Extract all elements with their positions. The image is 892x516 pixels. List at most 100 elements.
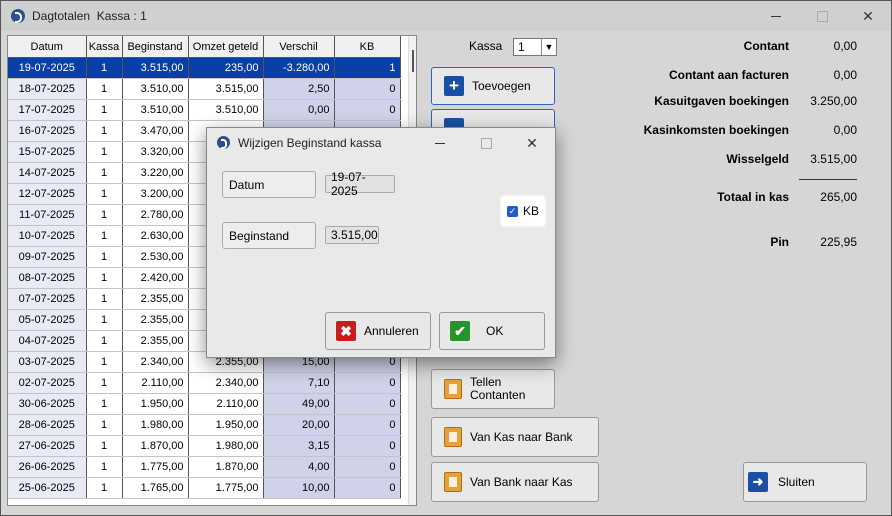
table-cell[interactable]: 3.220,00 — [122, 162, 189, 184]
ok-button[interactable]: ✔ OK — [439, 312, 545, 350]
table-cell[interactable]: 10,00 — [263, 477, 335, 499]
table-cell[interactable]: 1.980,00 — [188, 435, 264, 457]
table-cell[interactable]: 1 — [86, 141, 123, 163]
table-cell[interactable]: 1 — [86, 330, 123, 352]
table-cell[interactable]: 0 — [334, 393, 401, 415]
table-cell[interactable]: 27-06-2025 — [8, 435, 87, 457]
scrollbar-thumb[interactable] — [412, 50, 414, 72]
table-row[interactable]: 25-06-2025 1 1.765,00 1.775,00 10,00 0 — [8, 477, 401, 499]
chevron-down-icon[interactable]: ▼ — [541, 39, 556, 55]
table-cell[interactable]: 0 — [334, 477, 401, 499]
table-cell[interactable]: 1.870,00 — [188, 456, 264, 478]
table-cell[interactable]: 0 — [334, 78, 401, 100]
table-cell[interactable]: 26-06-2025 — [8, 456, 87, 478]
maximize-button[interactable] — [799, 1, 845, 31]
column-header-verschil[interactable]: Verschil — [263, 36, 335, 58]
table-cell[interactable]: 1.870,00 — [122, 435, 189, 457]
table-cell[interactable]: 1 — [334, 57, 401, 79]
table-cell[interactable]: 1 — [86, 120, 123, 142]
table-cell[interactable]: 2.110,00 — [122, 372, 189, 394]
table-cell[interactable]: -3.280,00 — [263, 57, 335, 79]
bank-naar-kas-button[interactable]: Van Bank naar Kas — [431, 462, 599, 502]
table-cell[interactable]: 0 — [334, 435, 401, 457]
table-cell[interactable]: 11-07-2025 — [8, 204, 87, 226]
table-cell[interactable]: 2.530,00 — [122, 246, 189, 268]
table-cell[interactable]: 1 — [86, 456, 123, 478]
table-row[interactable]: 19-07-2025 1 3.515,00 235,00 -3.280,00 1 — [8, 57, 401, 79]
table-cell[interactable]: 19-07-2025 — [8, 57, 87, 79]
table-cell[interactable]: 0 — [334, 99, 401, 121]
table-row[interactable]: 02-07-2025 1 2.110,00 2.340,00 7,10 0 — [8, 372, 401, 394]
table-cell[interactable]: 235,00 — [188, 57, 264, 79]
table-cell[interactable]: 04-07-2025 — [8, 330, 87, 352]
table-cell[interactable]: 3.515,00 — [122, 57, 189, 79]
table-cell[interactable]: 1 — [86, 477, 123, 499]
column-header-beginstand[interactable]: Beginstand — [122, 36, 189, 58]
table-cell[interactable]: 2,50 — [263, 78, 335, 100]
table-cell[interactable]: 1.950,00 — [188, 414, 264, 436]
table-cell[interactable]: 2.355,00 — [122, 309, 189, 331]
table-cell[interactable]: 16-07-2025 — [8, 120, 87, 142]
sluiten-button[interactable]: ➜ Sluiten — [743, 462, 867, 502]
table-cell[interactable]: 1.765,00 — [122, 477, 189, 499]
table-cell[interactable]: 2.420,00 — [122, 267, 189, 289]
table-cell[interactable]: 1.775,00 — [122, 456, 189, 478]
toevoegen-button[interactable]: + Toevoegen — [431, 67, 555, 105]
table-cell[interactable]: 1 — [86, 78, 123, 100]
minimize-button[interactable] — [753, 1, 799, 31]
table-cell[interactable]: 1.980,00 — [122, 414, 189, 436]
table-cell[interactable]: 0 — [334, 456, 401, 478]
table-cell[interactable]: 28-06-2025 — [8, 414, 87, 436]
table-cell[interactable]: 1 — [86, 267, 123, 289]
dialog-close-button[interactable]: ✕ — [509, 128, 555, 158]
table-cell[interactable]: 1.950,00 — [122, 393, 189, 415]
table-cell[interactable]: 2.340,00 — [122, 351, 189, 373]
table-cell[interactable]: 1 — [86, 351, 123, 373]
table-cell[interactable]: 2.355,00 — [122, 288, 189, 310]
table-cell[interactable]: 3.510,00 — [188, 99, 264, 121]
table-cell[interactable]: 17-07-2025 — [8, 99, 87, 121]
table-cell[interactable]: 20,00 — [263, 414, 335, 436]
table-cell[interactable]: 1 — [86, 435, 123, 457]
table-cell[interactable]: 1 — [86, 183, 123, 205]
tellen-contanten-button[interactable]: Tellen Contanten — [431, 369, 555, 409]
table-cell[interactable]: 3.510,00 — [122, 78, 189, 100]
table-cell[interactable]: 3.470,00 — [122, 120, 189, 142]
table-cell[interactable]: 4,00 — [263, 456, 335, 478]
table-cell[interactable]: 1 — [86, 414, 123, 436]
table-cell[interactable]: 3.200,00 — [122, 183, 189, 205]
table-cell[interactable]: 09-07-2025 — [8, 246, 87, 268]
table-cell[interactable]: 07-07-2025 — [8, 288, 87, 310]
table-row[interactable]: 30-06-2025 1 1.950,00 2.110,00 49,00 0 — [8, 393, 401, 415]
table-cell[interactable]: 10-07-2025 — [8, 225, 87, 247]
dialog-minimize-button[interactable] — [417, 128, 463, 158]
kas-naar-bank-button[interactable]: Van Kas naar Bank — [431, 417, 599, 457]
column-header-kb[interactable]: KB — [334, 36, 401, 58]
table-cell[interactable]: 2.355,00 — [122, 330, 189, 352]
table-cell[interactable]: 15-07-2025 — [8, 141, 87, 163]
table-cell[interactable]: 0,00 — [263, 99, 335, 121]
table-cell[interactable]: 3,15 — [263, 435, 335, 457]
table-cell[interactable]: 18-07-2025 — [8, 78, 87, 100]
table-cell[interactable]: 14-07-2025 — [8, 162, 87, 184]
beginstand-field[interactable]: 3.515,00 — [325, 226, 379, 244]
table-cell[interactable]: 1 — [86, 246, 123, 268]
dialog-maximize-button[interactable] — [463, 128, 509, 158]
datum-field[interactable]: 19-07-2025 — [325, 170, 395, 198]
table-cell[interactable]: 1 — [86, 309, 123, 331]
table-cell[interactable]: 2.110,00 — [188, 393, 264, 415]
table-row[interactable]: 17-07-2025 1 3.510,00 3.510,00 0,00 0 — [8, 99, 401, 121]
table-cell[interactable]: 1 — [86, 57, 123, 79]
table-cell[interactable]: 7,10 — [263, 372, 335, 394]
table-cell[interactable]: 1 — [86, 162, 123, 184]
table-cell[interactable]: 3.320,00 — [122, 141, 189, 163]
table-cell[interactable]: 30-06-2025 — [8, 393, 87, 415]
table-cell[interactable]: 1 — [86, 372, 123, 394]
table-cell[interactable]: 1 — [86, 225, 123, 247]
kb-checkbox[interactable]: ✓ KB — [501, 196, 545, 226]
table-row[interactable]: 27-06-2025 1 1.870,00 1.980,00 3,15 0 — [8, 435, 401, 457]
table-cell[interactable]: 08-07-2025 — [8, 267, 87, 289]
table-cell[interactable]: 05-07-2025 — [8, 309, 87, 331]
kassa-select[interactable]: 1 ▼ — [513, 38, 557, 56]
close-button[interactable]: ✕ — [845, 1, 891, 31]
